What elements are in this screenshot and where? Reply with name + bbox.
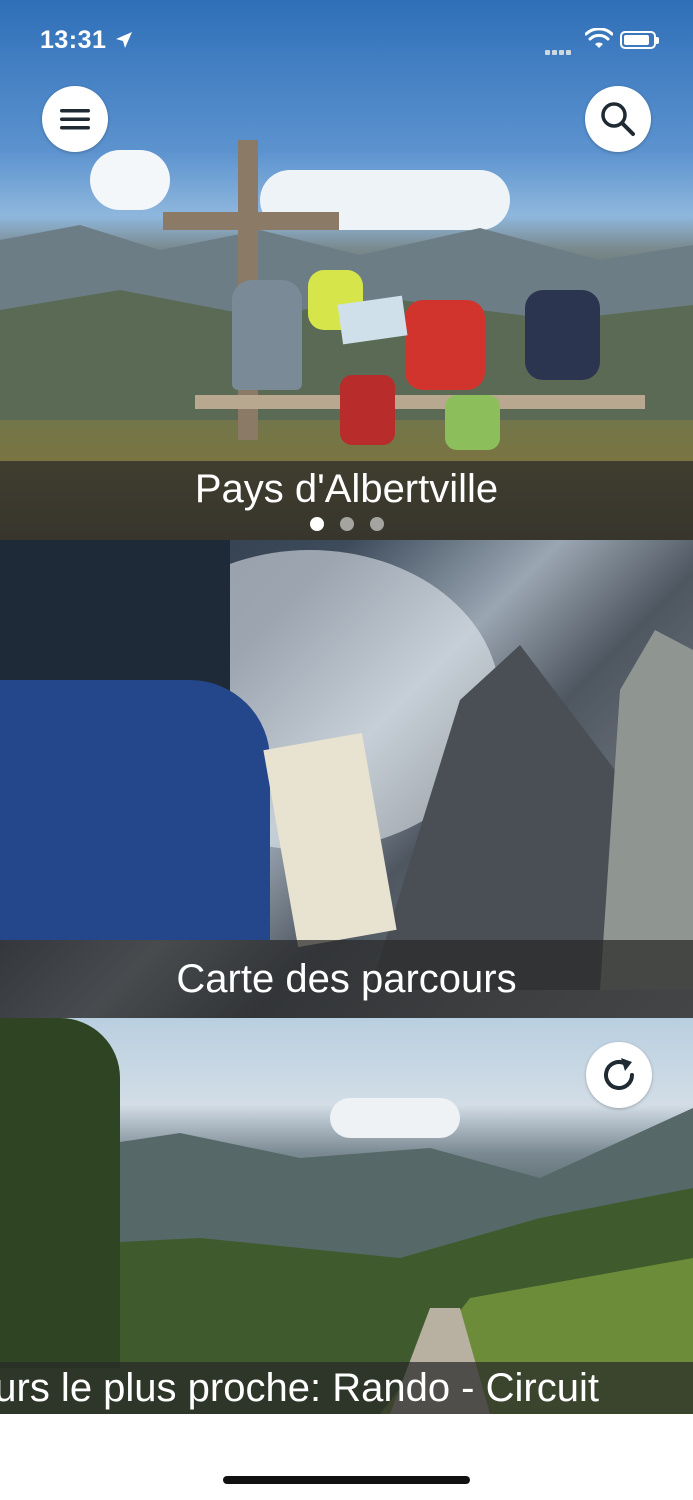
page-dot[interactable] — [339, 517, 354, 531]
wifi-icon — [585, 28, 613, 48]
hiker-figure — [232, 280, 302, 390]
status-time: 13:31 — [40, 26, 107, 54]
search-icon — [601, 102, 635, 136]
rock-peaks-illustration — [370, 630, 693, 990]
card-caption: Carte des parcours — [0, 940, 693, 1018]
backpack — [340, 375, 395, 445]
card-caption: ours le plus proche: Rando - Circuit — [0, 1362, 693, 1414]
hamburger-menu-icon — [60, 109, 90, 130]
tree — [0, 1018, 120, 1368]
menu-button[interactable] — [42, 86, 108, 152]
search-button[interactable] — [585, 86, 651, 152]
cellular-signal-icon — [545, 42, 573, 60]
location-arrow-icon — [116, 32, 132, 48]
cloud-shape — [90, 150, 170, 210]
backpack — [445, 395, 500, 450]
card-carte-des-parcours[interactable]: Carte des parcours — [0, 540, 693, 1018]
card-title: ours le plus proche: Rando - Circuit — [0, 1366, 599, 1410]
carousel-page-indicator[interactable] — [0, 517, 693, 536]
refresh-icon — [604, 1058, 634, 1090]
wooden-cross-beam — [163, 212, 339, 230]
bench — [195, 395, 645, 409]
card-title: Carte des parcours — [176, 957, 517, 1001]
hiker-figure — [405, 300, 485, 390]
person-blue-shirt — [0, 680, 270, 940]
card-title: Pays d'Albertville — [194, 467, 499, 511]
hiker-figure — [525, 290, 600, 380]
page-dot[interactable] — [369, 517, 384, 531]
refresh-button[interactable] — [586, 1042, 652, 1108]
battery-icon — [620, 31, 659, 49]
page-dot-active[interactable] — [309, 517, 324, 531]
status-bar: 13:31 — [0, 0, 693, 84]
home-indicator[interactable] — [223, 1476, 470, 1484]
